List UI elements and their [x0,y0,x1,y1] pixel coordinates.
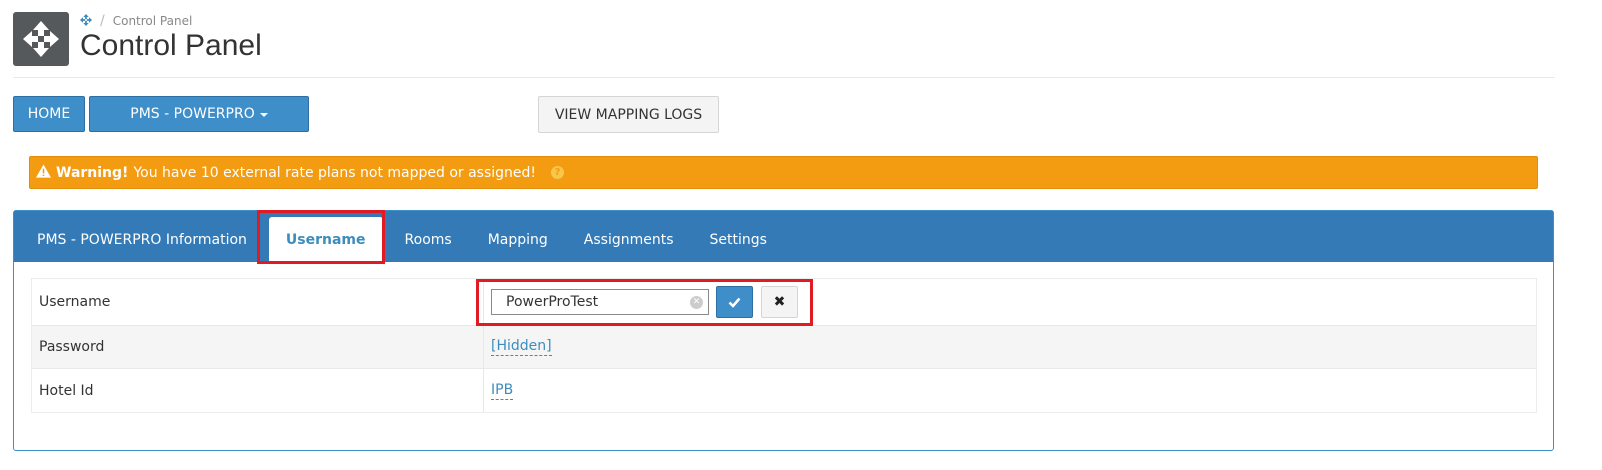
breadcrumb-current: Control Panel [112,14,193,28]
confirm-button[interactable] [716,286,753,318]
check-icon [728,297,741,308]
username-label: Username [32,279,484,325]
view-mapping-logs-label: VIEW MAPPING LOGS [554,106,703,123]
caret-down-icon [259,113,268,117]
clear-icon[interactable]: ✕ [690,296,703,309]
tab-assignments[interactable]: Assignments [566,217,692,262]
table-row: Username PowerProTest ✕ ✖ [32,279,1536,326]
table-row: Password [Hidden] [32,326,1536,369]
info-icon[interactable]: ? [551,166,565,179]
cancel-button[interactable]: ✖ [761,286,798,318]
move-icon[interactable] [80,13,92,29]
credentials-table: Username PowerProTest ✕ ✖ Password [Hidd… [31,278,1537,413]
tab-bar: PMS - POWERPRO Information Username Room… [14,211,1553,262]
tab-settings[interactable]: Settings [692,217,785,262]
warning-icon [36,163,51,182]
username-input-value: PowerProTest [506,294,599,310]
warning-label: Warning! [56,164,129,181]
tab-information[interactable]: PMS - POWERPRO Information [14,217,265,262]
hotel-id-edit-link[interactable]: IPB [491,382,514,400]
page-title: Control Panel [80,29,262,62]
username-input[interactable]: PowerProTest ✕ [491,289,709,315]
app-logo-icon [13,12,69,66]
hotel-id-label: Hotel Id [32,369,484,412]
hotel-id-cell: IPB [484,369,1536,412]
warning-alert: Warning! You have 10 external rate plans… [29,156,1538,189]
password-label: Password [32,326,484,368]
table-row: Hotel Id IPB [32,369,1536,412]
close-icon: ✖ [773,294,786,310]
username-cell: PowerProTest ✕ ✖ [484,279,1536,325]
pms-panel: PMS - POWERPRO Information Username Room… [13,210,1554,451]
home-button-label: HOME [27,106,71,122]
header-divider [13,77,1555,78]
warning-text: You have 10 external rate plans not mapp… [133,164,537,181]
password-cell: [Hidden] [484,326,1536,368]
tab-username-label: Username [285,231,366,248]
view-mapping-logs-button[interactable]: VIEW MAPPING LOGS [538,96,719,133]
pms-dropdown-label: PMS - POWERPRO [130,106,255,122]
home-button[interactable]: HOME [13,96,85,132]
tab-settings-label: Settings [709,231,767,248]
tab-mapping-label: Mapping [487,231,548,248]
tab-rooms-label: Rooms [404,231,452,248]
tab-username[interactable]: Username [268,217,383,262]
pms-dropdown-button[interactable]: PMS - POWERPRO [89,96,309,132]
tab-mapping[interactable]: Mapping [470,217,566,262]
breadcrumb: / Control Panel [80,13,192,29]
tab-assignments-label: Assignments [583,231,674,248]
tab-rooms[interactable]: Rooms [387,217,470,262]
tab-information-label: PMS - POWERPRO Information [37,231,247,248]
password-edit-link[interactable]: [Hidden] [491,338,552,356]
breadcrumb-separator: / [100,13,105,29]
